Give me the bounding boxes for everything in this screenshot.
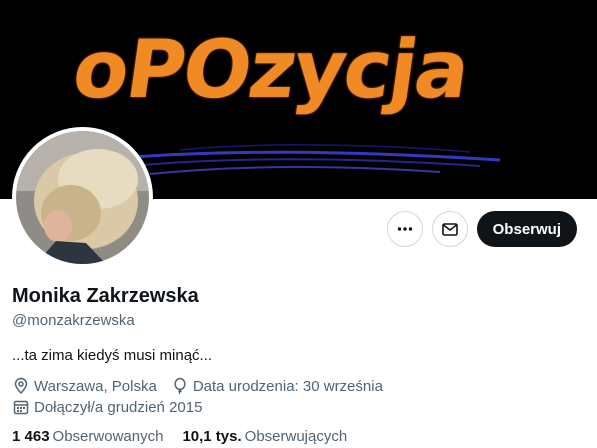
followers-label: Obserwujących	[244, 428, 348, 445]
follow-button[interactable]: Obserwuj	[476, 211, 577, 247]
following-label: Obserwowanych	[52, 428, 164, 445]
profile-meta-row: Warszawa, Polska Data urodzenia: 30 wrze…	[12, 377, 383, 395]
following-count: 1 463	[12, 428, 50, 445]
balloon-icon	[171, 377, 189, 395]
message-button[interactable]	[431, 211, 468, 247]
following-link[interactable]: 1 463 Obserwowanych	[12, 428, 163, 445]
followers-link[interactable]: 10,1 tys. Obserwujących	[182, 428, 347, 445]
envelope-icon	[441, 223, 458, 236]
location-icon	[12, 377, 30, 395]
more-horizontal-icon	[397, 227, 412, 231]
profile-location: Warszawa, Polska	[34, 377, 157, 395]
profile-joined: Dołączył/a grudzień 2015	[34, 398, 203, 416]
profile-actions: Obserwuj	[386, 211, 577, 247]
banner-title: oPOzycja	[67, 23, 474, 116]
profile-joined-row: Dołączył/a grudzień 2015	[12, 398, 202, 416]
profile-name: Monika Zakrzewska	[12, 285, 199, 307]
more-button[interactable]	[386, 211, 423, 247]
avatar-image	[16, 131, 149, 264]
profile-handle: @monzakrzewska	[12, 312, 135, 329]
profile-birthday: Data urodzenia: 30 września	[192, 377, 383, 395]
profile-stats: 1 463 Obserwowanych 10,1 tys. Obserwującyc…	[12, 428, 347, 445]
followers-count: 10,1 tys.	[182, 428, 242, 445]
avatar[interactable]	[12, 127, 153, 268]
calendar-icon	[12, 398, 30, 416]
profile-bio: ...ta zima kiedyś musi minąć...	[12, 347, 213, 364]
